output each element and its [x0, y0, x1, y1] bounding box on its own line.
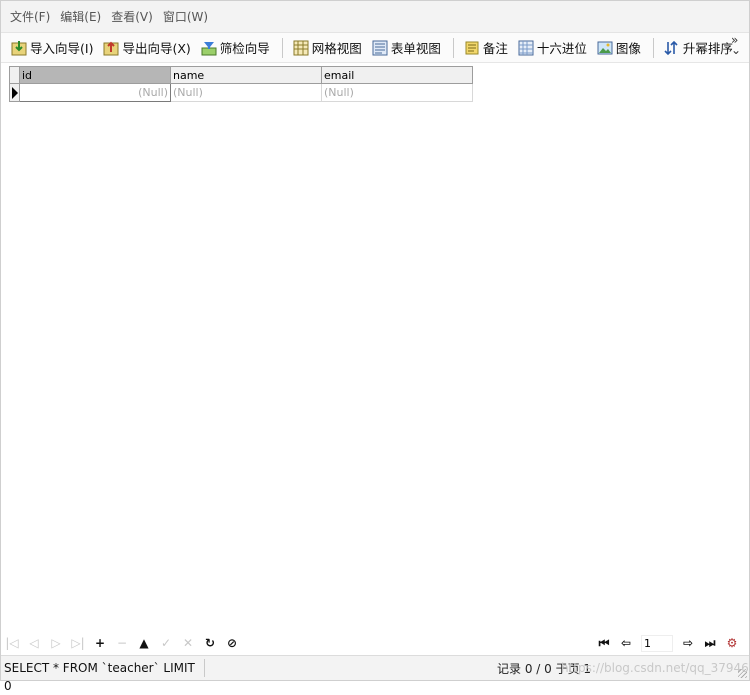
settings-icon[interactable]: ⚙	[721, 636, 743, 650]
row-indicator[interactable]	[9, 83, 20, 102]
next-record-button[interactable]: ▷	[45, 636, 67, 650]
memo-label: 备注	[482, 41, 508, 56]
table-row: (Null) (Null) (Null)	[9, 83, 473, 102]
toolbar: 导入向导(I) 导出向导(X) 筛检向导 网格视图 表单视图 备注 十六进位 图…	[1, 33, 749, 63]
apply-button[interactable]: ▲	[133, 636, 155, 650]
record-navigation-bar: |◁ ◁ ▷ ▷| + − ▲ ✓ ✕ ↻ ⊘ ⏮ ⇦ 1 ⇨ ⏭ ⚙	[1, 632, 749, 654]
import-wizard-label: 导入向导(I)	[30, 41, 94, 56]
grid-view-icon	[293, 40, 309, 56]
app-window: 文件(F) 编辑(E) 查看(V) 窗口(W) 导入向导(I) 导出向导(X) …	[0, 0, 750, 693]
confirm-button[interactable]: ✓	[155, 636, 177, 650]
sort-ascending-button[interactable]: 升幂排序	[660, 37, 737, 59]
hex-label: 十六进位	[536, 41, 587, 56]
cancel-button[interactable]: ✕	[177, 636, 199, 650]
last-page-icon[interactable]: ⏭	[699, 636, 721, 651]
first-record-button[interactable]: |◁	[1, 636, 23, 650]
refresh-button[interactable]: ↻	[199, 636, 221, 650]
watermark: https://blog.csdn.net/qq_37946874	[561, 661, 750, 675]
memo-icon	[464, 40, 480, 56]
grid-corner[interactable]	[9, 66, 20, 84]
grid-view-button[interactable]: 网格视图	[289, 37, 366, 59]
current-row-arrow-icon	[12, 87, 18, 99]
prev-page-icon[interactable]: ⇦	[615, 636, 637, 650]
export-icon	[103, 40, 119, 56]
column-header-name[interactable]: name	[170, 66, 322, 84]
column-header-id[interactable]: id	[19, 66, 171, 84]
delete-record-button[interactable]: −	[111, 636, 133, 650]
last-record-button[interactable]: ▷|	[67, 636, 89, 650]
cell-email[interactable]: (Null)	[321, 83, 473, 102]
menu-window[interactable]: 窗口(W)	[158, 8, 213, 25]
grid-view-label: 网格视图	[311, 41, 362, 56]
chevron-down-icon: ⌄	[730, 43, 741, 57]
menu-file[interactable]: 文件(F)	[5, 8, 55, 25]
menu-view[interactable]: 查看(V)	[106, 8, 158, 25]
resize-grip-icon[interactable]	[738, 669, 747, 678]
status-bar: SELECT * FROM `teacher` LIMIT 0 记录 0 / 0…	[1, 655, 750, 693]
add-record-button[interactable]: +	[89, 636, 111, 650]
toolbar-divider	[281, 37, 283, 58]
image-button[interactable]: 图像	[593, 37, 645, 59]
filter-wizard-label: 筛检向导	[219, 41, 270, 56]
next-page-icon[interactable]: ⇨	[677, 636, 699, 650]
hex-button[interactable]: 十六进位	[514, 37, 591, 59]
toolbar-divider	[652, 37, 654, 58]
image-icon	[597, 40, 613, 56]
page-navigation: ⏮ ⇦ 1 ⇨ ⏭ ⚙	[593, 632, 743, 654]
menu-bar: 文件(F) 编辑(E) 查看(V) 窗口(W)	[1, 1, 749, 33]
toolbar-overflow-button[interactable]: » ⌄	[730, 34, 741, 57]
image-label: 图像	[615, 41, 641, 56]
import-wizard-button[interactable]: 导入向导(I)	[7, 37, 97, 59]
filter-icon	[201, 40, 217, 56]
import-icon	[11, 40, 27, 56]
toolbar-divider	[452, 37, 454, 58]
filter-wizard-button[interactable]: 筛检向导	[197, 37, 274, 59]
form-view-label: 表单视图	[390, 41, 441, 56]
data-grid-area: id name email (Null) (Null) (Null)	[1, 63, 749, 631]
menu-edit[interactable]: 编辑(E)	[55, 8, 106, 25]
sort-ascending-label: 升幂排序	[682, 41, 733, 56]
export-wizard-label: 导出向导(X)	[122, 41, 191, 56]
prev-record-button[interactable]: ◁	[23, 636, 45, 650]
grid-header-row: id name email	[9, 66, 473, 84]
export-wizard-button[interactable]: 导出向导(X)	[99, 37, 194, 59]
sql-statement: SELECT * FROM `teacher` LIMIT 0	[1, 659, 205, 693]
form-view-button[interactable]: 表单视图	[368, 37, 445, 59]
form-view-icon	[372, 40, 388, 56]
column-header-email[interactable]: email	[321, 66, 473, 84]
cell-name[interactable]: (Null)	[170, 83, 322, 102]
stop-button[interactable]: ⊘	[221, 636, 243, 650]
sort-asc-icon	[664, 40, 680, 56]
memo-button[interactable]: 备注	[460, 37, 512, 59]
page-number-input[interactable]: 1	[641, 634, 673, 652]
first-page-icon[interactable]: ⏮	[593, 636, 615, 651]
hex-icon	[518, 40, 534, 56]
data-grid: id name email (Null) (Null) (Null)	[9, 66, 473, 102]
cell-id[interactable]: (Null)	[19, 83, 171, 102]
